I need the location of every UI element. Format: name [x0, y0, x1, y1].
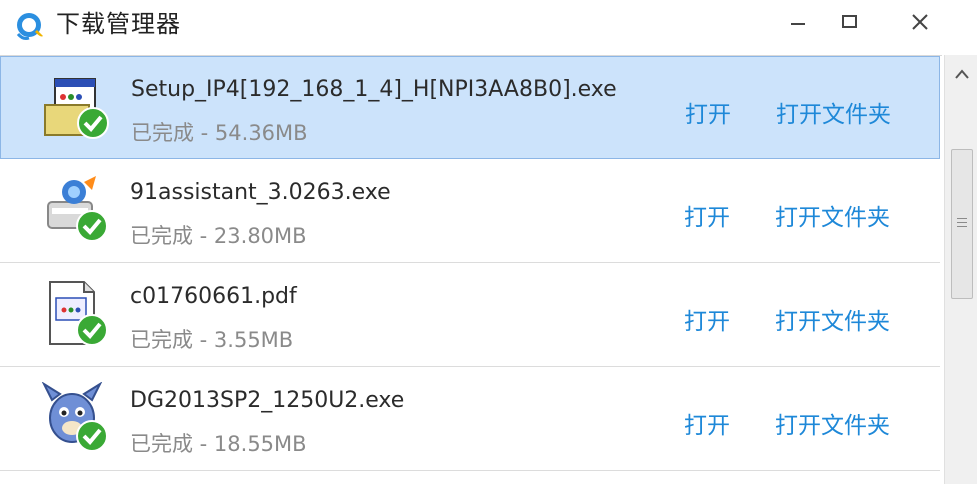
- open-folder-link[interactable]: 打开文件夹: [776, 95, 891, 129]
- grip-line: [957, 222, 967, 223]
- file-name: 91assistant_3.0263.exe: [130, 180, 391, 205]
- app-logo-icon: [16, 13, 43, 40]
- grip-line: [957, 226, 967, 227]
- vertical-scrollbar[interactable]: [944, 55, 977, 484]
- maximize-button[interactable]: [830, 8, 870, 36]
- close-icon: [912, 14, 928, 30]
- minimize-button[interactable]: [778, 8, 818, 36]
- mascot-app-icon: [41, 382, 108, 452]
- open-folder-link[interactable]: 打开文件夹: [775, 406, 890, 440]
- open-file-link[interactable]: 打开: [684, 302, 730, 336]
- download-status: 已完成 - 18.55MB: [130, 432, 307, 456]
- download-status: 已完成 - 3.55MB: [130, 328, 294, 352]
- file-name: c01760661.pdf: [130, 284, 297, 309]
- open-file-link[interactable]: 打开: [685, 95, 731, 129]
- download-status: 已完成 - 23.80MB: [130, 224, 307, 248]
- download-row[interactable]: DG2013SP2_1250U2.exe 已完成 - 18.55MB 打开 打开…: [0, 368, 940, 471]
- grip-line: [957, 218, 967, 219]
- scrollbar-thumb[interactable]: [951, 149, 973, 299]
- file-name: DG2013SP2_1250U2.exe: [130, 388, 405, 413]
- maximize-icon: [842, 15, 857, 28]
- close-button[interactable]: [900, 8, 940, 36]
- installer-window-icon: [44, 78, 109, 139]
- scroll-up-button[interactable]: [945, 55, 977, 93]
- chevron-up-icon: [954, 69, 969, 79]
- open-file-link[interactable]: 打开: [684, 406, 730, 440]
- minimize-icon: [791, 23, 805, 25]
- download-row[interactable]: Setup_IP4[192_168_1_4]_H[NPI3AA8B0].exe …: [0, 56, 940, 159]
- open-file-link[interactable]: 打开: [684, 198, 730, 232]
- assistant-app-icon: [47, 176, 108, 242]
- open-folder-link[interactable]: 打开文件夹: [775, 302, 890, 336]
- window-title: 下载管理器: [56, 10, 181, 38]
- download-list: Setup_IP4[192_168_1_4]_H[NPI3AA8B0].exe …: [0, 55, 942, 485]
- file-name: Setup_IP4[192_168_1_4]_H[NPI3AA8B0].exe: [131, 77, 617, 102]
- open-folder-link[interactable]: 打开文件夹: [775, 198, 890, 232]
- download-row[interactable]: c01760661.pdf 已完成 - 3.55MB 打开 打开文件夹: [0, 264, 940, 367]
- document-icon: [49, 281, 108, 346]
- download-row[interactable]: 91assistant_3.0263.exe 已完成 - 23.80MB 打开 …: [0, 160, 940, 263]
- title-bar: 下载管理器: [0, 0, 977, 50]
- download-status: 已完成 - 54.36MB: [131, 121, 308, 145]
